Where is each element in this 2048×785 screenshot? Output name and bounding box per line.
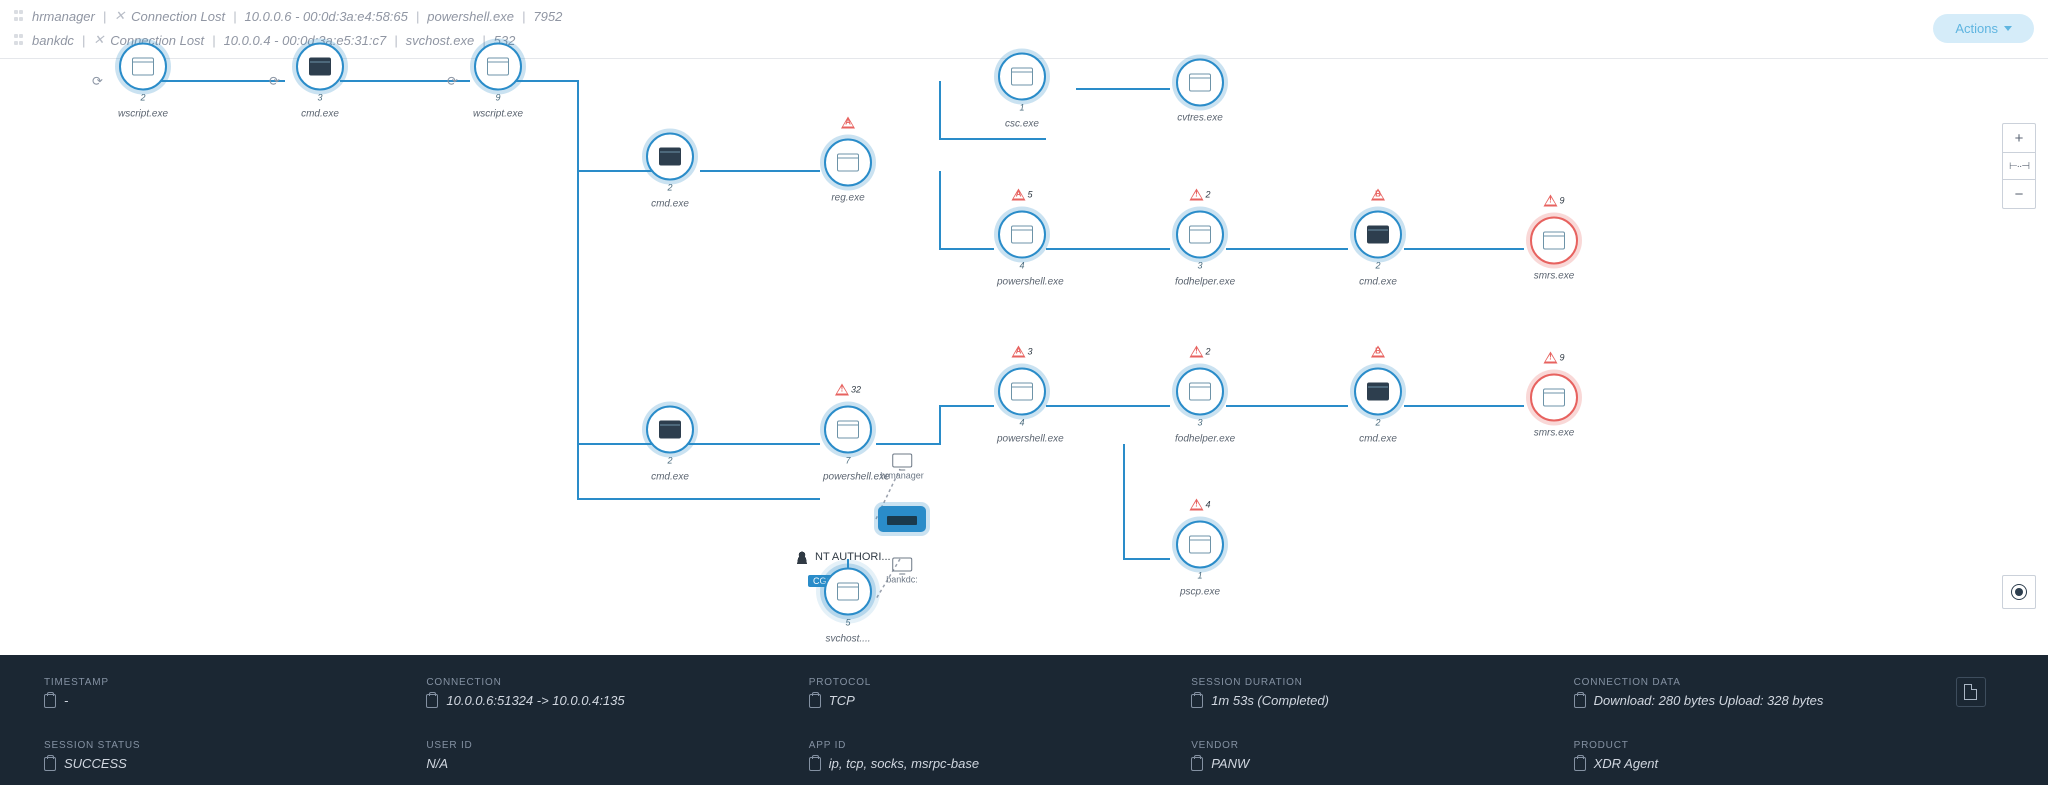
node-cmd-top[interactable]: ⟳ 3 cmd.exe [295, 43, 345, 120]
crumb-proc: svchost.exe [406, 33, 475, 48]
field-conndata: CONNECTION DATA Download: 280 bytes Uplo… [1574, 677, 1956, 722]
clipboard-icon[interactable] [809, 694, 821, 708]
warning-icon: B [1371, 346, 1385, 358]
crumb-detail: 10.0.0.6 - 00:0d:3a:e4:58:65 [245, 9, 408, 24]
warning-icon: A [1011, 346, 1025, 358]
warning-icon: A [841, 117, 855, 129]
mini-host-hrmanager: hrmanager [880, 454, 924, 481]
field-timestamp: TIMESTAMP - [44, 677, 426, 722]
node-wscript-2[interactable]: ⟳ 9 wscript.exe [473, 43, 523, 120]
warning-icon: ! [835, 384, 849, 396]
node-cmd-mid[interactable]: 2 cmd.exe [645, 133, 695, 210]
field-protocol: PROTOCOL TCP [809, 677, 1191, 722]
warning-icon: ! [1189, 499, 1203, 511]
clipboard-icon[interactable] [1574, 694, 1586, 708]
node-cvtres[interactable]: cvtres.exe [1175, 59, 1225, 124]
warning-icon: ! [1189, 189, 1203, 201]
node-smrs-1[interactable]: !9 smrs.exe [1529, 217, 1579, 282]
field-duration: SESSION DURATION 1m 53s (Completed) [1191, 677, 1573, 722]
actions-label: Actions [1955, 21, 1998, 36]
node-smrs-2[interactable]: !9 smrs.exe [1529, 374, 1579, 439]
field-connection: CONNECTION 10.0.0.6:51324 -> 10.0.0.4:13… [426, 677, 808, 722]
crumb-pid: 7952 [533, 9, 562, 24]
drag-handle-icon[interactable] [14, 34, 26, 46]
field-product: PRODUCT XDR Agent [1574, 740, 1956, 785]
crumb-proc: powershell.exe [427, 9, 514, 24]
node-svchost-selected[interactable]: 5 svchost.... [823, 568, 873, 645]
user-label: NT AUTHORI... [795, 550, 891, 564]
zoom-in-button[interactable]: + [2003, 124, 2035, 152]
refresh-icon: ⟳ [447, 73, 458, 89]
locate-button[interactable] [2002, 575, 2036, 609]
document-button[interactable] [1956, 677, 1986, 707]
hash-icon: ✕ [114, 8, 125, 24]
field-vendor: VENDOR PANW [1191, 740, 1573, 785]
detail-panel: TIMESTAMP - CONNECTION 10.0.0.6:51324 ->… [0, 655, 2048, 785]
warning-icon: ! [1189, 346, 1203, 358]
clipboard-icon[interactable] [1574, 757, 1586, 771]
device-node[interactable] [878, 506, 926, 532]
clipboard-icon[interactable] [44, 757, 56, 771]
node-cmd-r2[interactable]: B 2 cmd.exe [1353, 368, 1403, 445]
monitor-icon [892, 558, 912, 572]
node-powershell-2[interactable]: A3 4 powershell.exe [997, 368, 1047, 445]
clipboard-icon[interactable] [809, 757, 821, 771]
chevron-down-icon [2004, 26, 2012, 31]
field-status: SESSION STATUS SUCCESS [44, 740, 426, 785]
node-reg[interactable]: A reg.exe [823, 139, 873, 204]
clipboard-icon[interactable] [44, 694, 56, 708]
field-appid: APP ID ip, tcp, socks, msrpc-base [809, 740, 1191, 785]
warning-icon: ! [1543, 195, 1557, 207]
clipboard-icon[interactable] [1191, 757, 1203, 771]
process-tree-canvas[interactable]: ⟳ 2 wscript.exe ⟳ 3 cmd.exe ⟳ 9 wscript.… [0, 59, 2048, 644]
crumb-status: Connection Lost [131, 9, 225, 24]
node-pscp[interactable]: !4 1 pscp.exe [1175, 521, 1225, 598]
node-powershell-3[interactable]: !32 7 powershell.exe [823, 406, 873, 483]
mini-host-bankdc: bankdc: [886, 558, 918, 585]
monitor-icon [892, 454, 912, 468]
refresh-icon: ⟳ [92, 73, 103, 89]
field-user: USER ID N/A [426, 740, 808, 785]
actions-button[interactable]: Actions [1933, 14, 2034, 43]
node-cmd-r1[interactable]: B 2 cmd.exe [1353, 211, 1403, 288]
breadcrumb-row-0[interactable]: hrmanager| ✕ Connection Lost| 10.0.0.6 -… [14, 4, 2034, 28]
warning-icon: ! [1543, 352, 1557, 364]
clipboard-icon[interactable] [1191, 694, 1203, 708]
clipboard-icon[interactable] [426, 694, 438, 708]
warning-icon: B [1371, 189, 1385, 201]
crumb-host: bankdc [32, 33, 74, 48]
node-fodhelper-1[interactable]: !2 3 fodhelper.exe [1175, 211, 1225, 288]
node-cmd-low[interactable]: 2 cmd.exe [645, 406, 695, 483]
page-icon [1964, 684, 1977, 700]
person-icon [795, 550, 809, 564]
drag-handle-icon[interactable] [14, 10, 26, 22]
node-fodhelper-2[interactable]: !2 3 fodhelper.exe [1175, 368, 1225, 445]
hash-icon: ✕ [93, 32, 104, 48]
crumb-host: hrmanager [32, 9, 95, 24]
refresh-icon: ⟳ [269, 73, 280, 89]
node-wscript-1[interactable]: ⟳ 2 wscript.exe [118, 43, 168, 120]
target-icon [2015, 588, 2023, 596]
warning-icon: A [1011, 189, 1025, 201]
zoom-fit-button[interactable]: ⊢··⊣ [2003, 152, 2035, 180]
zoom-controls: + ⊢··⊣ − [2002, 123, 2036, 209]
node-csc[interactable]: 1 csc.exe [997, 53, 1047, 130]
zoom-out-button[interactable]: − [2003, 180, 2035, 208]
node-powershell-1[interactable]: A5 4 powershell.exe [997, 211, 1047, 288]
